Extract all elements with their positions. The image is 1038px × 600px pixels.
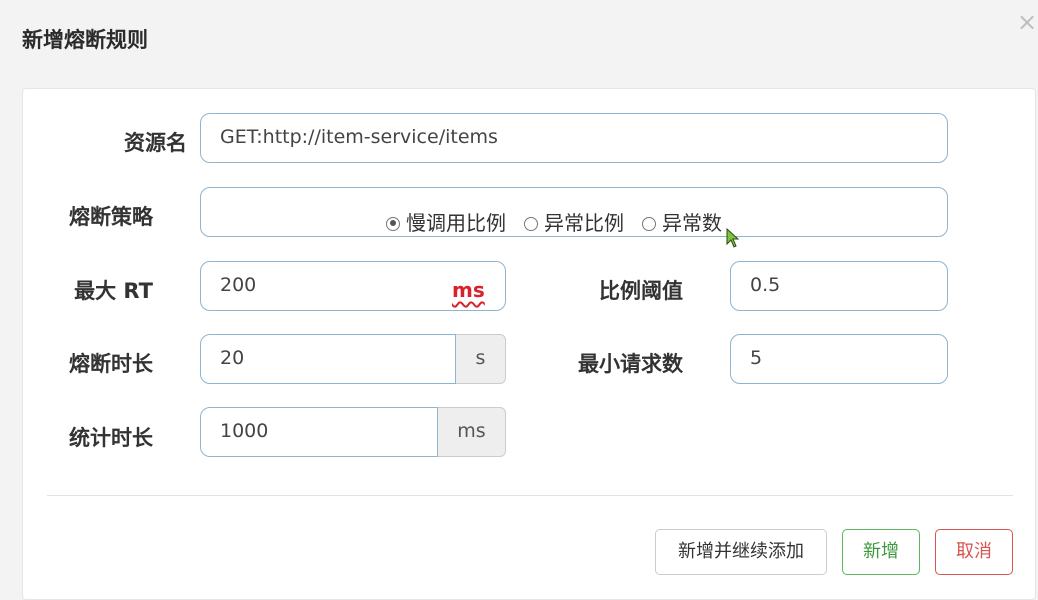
cancel-button[interactable]: 取消 xyxy=(935,529,1013,575)
stat-duration-input[interactable]: 1000 xyxy=(200,407,438,457)
dialog-title: 新增熔断规则 xyxy=(22,28,148,52)
strategy-label: 熔断策略 xyxy=(69,205,153,229)
min-requests-input[interactable]: 5 xyxy=(730,334,948,384)
close-icon[interactable]: × xyxy=(1016,8,1038,36)
footer-divider xyxy=(47,495,1013,496)
break-duration-unit: s xyxy=(456,334,506,384)
add-and-continue-button[interactable]: 新增并继续添加 xyxy=(655,529,827,575)
mouse-cursor-icon xyxy=(726,228,740,248)
resource-label: 资源名 xyxy=(124,131,187,155)
radio-unchecked-icon[interactable] xyxy=(524,216,538,231)
stat-duration-unit: ms xyxy=(438,407,506,457)
max-rt-label: 最大 RT xyxy=(74,279,153,303)
radio-error-ratio[interactable]: 异常比例 xyxy=(524,200,624,247)
radio-error-count-label: 异常数 xyxy=(662,211,722,235)
strategy-field: 慢调用比例 异常比例 异常数 xyxy=(200,187,948,237)
form-panel: 资源名 GET:http://item-service/items 熔断策略 慢… xyxy=(22,88,1036,600)
add-circuit-breaker-dialog: 新增熔断规则 × 资源名 GET:http://item-service/ite… xyxy=(0,0,1038,600)
radio-error-count[interactable]: 异常数 xyxy=(642,200,722,247)
stat-duration-label: 统计时长 xyxy=(69,426,153,450)
radio-unchecked-icon[interactable] xyxy=(642,216,656,231)
radio-error-ratio-label: 异常比例 xyxy=(544,211,624,235)
break-duration-label: 熔断时长 xyxy=(69,352,153,376)
resource-input[interactable]: GET:http://item-service/items xyxy=(200,113,948,163)
max-rt-unit: ms xyxy=(452,278,485,302)
radio-slow-ratio[interactable]: 慢调用比例 xyxy=(386,200,506,247)
min-requests-label: 最小请求数 xyxy=(578,352,683,376)
ratio-threshold-input[interactable]: 0.5 xyxy=(730,261,948,311)
strategy-radio-group: 慢调用比例 异常比例 异常数 xyxy=(386,200,740,247)
ratio-threshold-label: 比例阈值 xyxy=(599,279,683,303)
radio-checked-icon[interactable] xyxy=(386,216,400,231)
break-duration-input[interactable]: 20 xyxy=(200,334,456,384)
radio-slow-ratio-label: 慢调用比例 xyxy=(406,211,506,235)
add-button[interactable]: 新增 xyxy=(842,529,920,575)
